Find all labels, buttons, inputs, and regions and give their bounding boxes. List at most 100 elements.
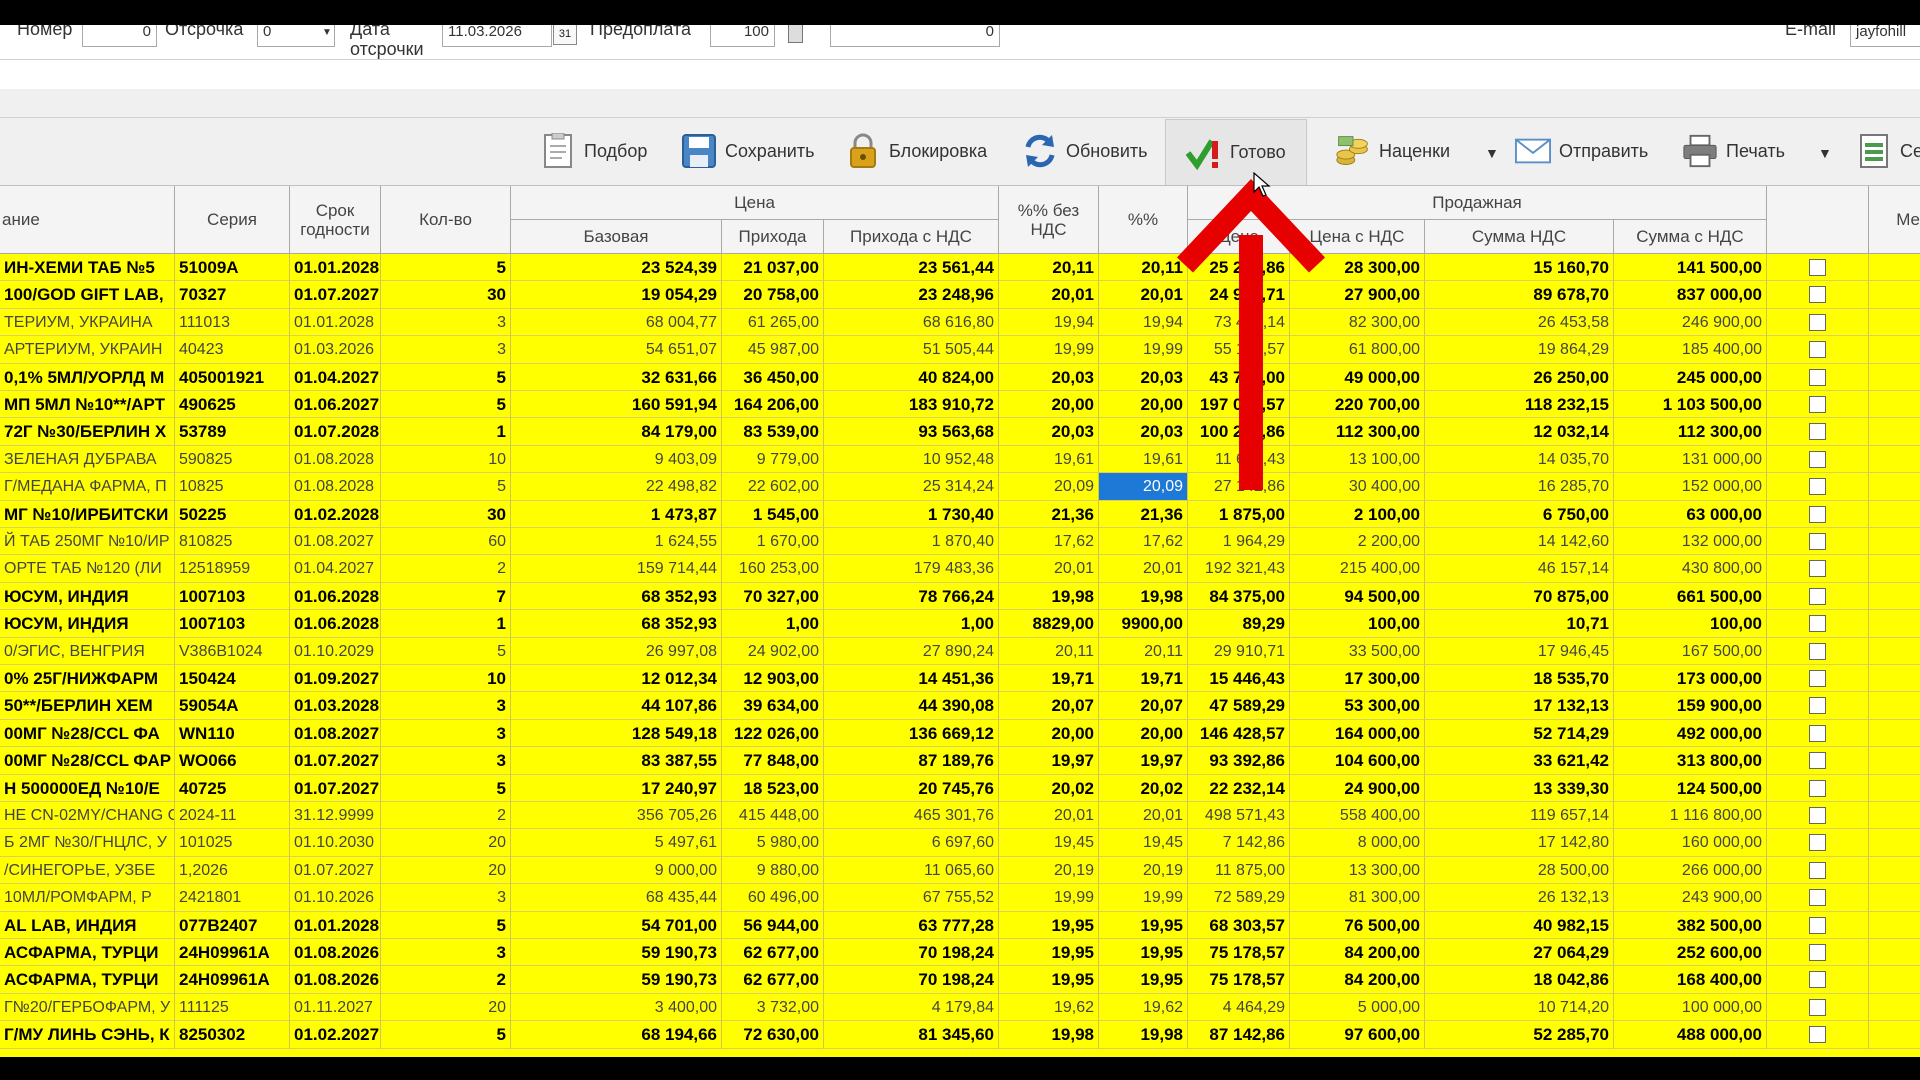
- cell-last[interactable]: [1869, 747, 1920, 775]
- row-checkbox[interactable]: [1809, 971, 1826, 989]
- cell-prikh-nds[interactable]: 1 730,40: [824, 500, 999, 528]
- cell-tsena[interactable]: 4 464,29: [1188, 993, 1290, 1022]
- cell-last[interactable]: [1869, 692, 1920, 720]
- cell-tsena-nds[interactable]: 2 200,00: [1290, 528, 1425, 556]
- cell-last[interactable]: [1869, 720, 1920, 748]
- row-checkbox[interactable]: [1809, 450, 1826, 468]
- cell-prikh-nds[interactable]: 14 451,36: [824, 665, 999, 693]
- cell-last[interactable]: [1869, 775, 1920, 802]
- cell-baz[interactable]: 23 524,39: [511, 254, 722, 282]
- cell-prikh-nds[interactable]: 63 777,28: [824, 911, 999, 939]
- row-checkbox[interactable]: [1809, 533, 1826, 550]
- cell-kolvo[interactable]: 5: [381, 911, 511, 939]
- table-row[interactable]: АСФАРМА, ТУРЦИ 24H09961A 01.08.2026 2 59 190…: [0, 966, 1920, 994]
- cell-baz[interactable]: 54 701,00: [511, 911, 722, 939]
- nomer-field[interactable]: 0: [82, 25, 157, 47]
- cell-summa[interactable]: 492 000,00: [1614, 719, 1767, 748]
- cell-baz[interactable]: 84 179,00: [511, 418, 722, 446]
- cell-seriya[interactable]: 8250302: [175, 1021, 290, 1049]
- cell-prikh[interactable]: 62 677,00: [722, 966, 824, 994]
- cell-summa-nds[interactable]: 10,71: [1425, 610, 1614, 638]
- col-header-bazovaya[interactable]: Базовая: [511, 220, 722, 254]
- cell-summa-nds[interactable]: 17 142,80: [1425, 829, 1614, 857]
- cell-name[interactable]: АРТЕРИУМ, УКРАИН: [0, 336, 175, 364]
- cell-prikh[interactable]: 160 253,00: [722, 555, 824, 583]
- cell-seriya[interactable]: 24H09961A: [175, 966, 290, 994]
- cell-summa[interactable]: 1 103 500,00: [1614, 391, 1767, 419]
- cell-seriya[interactable]: 1007103: [175, 610, 290, 638]
- cell-summa-nds[interactable]: 19 864,29: [1425, 336, 1614, 364]
- cell-srok[interactable]: 01.08.2026: [290, 966, 381, 994]
- cell-tsena[interactable]: 75 178,57: [1188, 966, 1290, 994]
- cell-pct[interactable]: 20,01: [1099, 802, 1188, 830]
- cell-pct[interactable]: 17,62: [1099, 528, 1188, 556]
- cell-prikh-nds[interactable]: 179 483,36: [824, 555, 999, 583]
- cell-pbn[interactable]: 19,45: [999, 829, 1099, 857]
- cell-prikh-nds[interactable]: 67 755,52: [824, 884, 999, 912]
- cell-prikh[interactable]: 3 732,00: [722, 993, 824, 1022]
- cell-name[interactable]: АСФАРМА, ТУРЦИ: [0, 939, 175, 967]
- row-checkbox[interactable]: [1809, 916, 1826, 934]
- cell-pct[interactable]: 20,01: [1099, 555, 1188, 583]
- cell-kolvo[interactable]: 5: [381, 363, 511, 391]
- cell-seriya[interactable]: 59054A: [175, 692, 290, 720]
- cell-prikh[interactable]: 70 327,00: [722, 582, 824, 611]
- cell-srok[interactable]: 01.10.2029: [290, 637, 381, 665]
- cell-prikh-nds[interactable]: 183 910,72: [824, 391, 999, 419]
- cell-seriya[interactable]: 50225: [175, 500, 290, 528]
- cell-baz[interactable]: 68 194,66: [511, 1021, 722, 1049]
- cell-srok[interactable]: 01.06.2028: [290, 582, 381, 611]
- table-row[interactable]: Й ТАБ 250МГ №10/ИР 810825 01.08.2027 60 1 62…: [0, 528, 1920, 556]
- cell-pct[interactable]: 19,95: [1099, 911, 1188, 939]
- cell-last[interactable]: [1869, 446, 1920, 474]
- cell-summa-nds[interactable]: 26 250,00: [1425, 363, 1614, 391]
- cell-baz[interactable]: 356 705,26: [511, 802, 722, 830]
- cell-tsena[interactable]: 93 392,86: [1188, 747, 1290, 775]
- cell-prikh[interactable]: 20 758,00: [722, 281, 824, 309]
- cell-name[interactable]: 10МЛ/РОМФАРМ, Р: [0, 884, 175, 912]
- cell-tsena-nds[interactable]: 53 300,00: [1290, 692, 1425, 720]
- cell-pbn[interactable]: 20,03: [999, 418, 1099, 446]
- cell-summa-nds[interactable]: 17 946,45: [1425, 637, 1614, 665]
- cell-prikh-nds[interactable]: 11 065,60: [824, 856, 999, 885]
- cell-last[interactable]: [1869, 829, 1920, 857]
- cell-tsena-nds[interactable]: 558 400,00: [1290, 802, 1425, 830]
- cell-summa-nds[interactable]: 40 982,15: [1425, 911, 1614, 939]
- cell-prikh-nds[interactable]: 136 669,12: [824, 719, 999, 748]
- cell-last[interactable]: [1869, 610, 1920, 638]
- table-row[interactable]: 0/ЭГИС, ВЕНГРИЯ V386B1024 01.10.2029 5 26 99…: [0, 637, 1920, 665]
- row-checkbox[interactable]: [1809, 478, 1826, 496]
- cell-summa[interactable]: 382 500,00: [1614, 911, 1767, 939]
- cell-pct[interactable]: 19,45: [1099, 829, 1188, 857]
- cell-srok[interactable]: 01.07.2027: [290, 747, 381, 775]
- cell-tsena-nds[interactable]: 2 100,00: [1290, 500, 1425, 528]
- cell-pbn[interactable]: 20,09: [999, 473, 1099, 501]
- cell-last[interactable]: [1869, 391, 1920, 419]
- cell-baz[interactable]: 22 498,82: [511, 473, 722, 501]
- cell-kolvo[interactable]: 5: [381, 1021, 511, 1049]
- row-checkbox[interactable]: [1809, 807, 1826, 824]
- cell-name[interactable]: ЗЕЛЕНАЯ ДУБРАВА: [0, 445, 175, 474]
- table-row[interactable]: ЮСУМ, ИНДИЯ 1007103 01.06.2028 1 68 352,93 1,…: [0, 610, 1920, 638]
- cell-tsena[interactable]: 68 303,57: [1188, 911, 1290, 939]
- cell-kolvo[interactable]: 5: [381, 637, 511, 665]
- cell-kolvo[interactable]: 5: [381, 774, 511, 802]
- cell-srok[interactable]: 01.07.2027: [290, 774, 381, 802]
- cell-summa[interactable]: 124 500,00: [1614, 774, 1767, 802]
- cell-name[interactable]: МГ №10/ИРБИТСКИ: [0, 500, 175, 528]
- cell-last[interactable]: [1869, 418, 1920, 446]
- cell-name[interactable]: АСФАРМА, ТУРЦИ: [0, 966, 175, 994]
- cell-name[interactable]: МП 5МЛ №10**/АРТ: [0, 391, 175, 419]
- cell-prikh-nds[interactable]: 465 301,76: [824, 802, 999, 830]
- row-checkbox[interactable]: [1809, 396, 1826, 413]
- cell-summa[interactable]: 252 600,00: [1614, 939, 1767, 967]
- cell-summa[interactable]: 246 900,00: [1614, 308, 1767, 337]
- cell-tsena-nds[interactable]: 104 600,00: [1290, 747, 1425, 775]
- col-header-srok[interactable]: Срок годности: [290, 186, 381, 254]
- cell-prikh-nds[interactable]: 10 952,48: [824, 445, 999, 474]
- cell-summa-nds[interactable]: 17 132,13: [1425, 692, 1614, 720]
- cell-baz[interactable]: 17 240,97: [511, 774, 722, 802]
- cell-baz[interactable]: 44 107,86: [511, 692, 722, 720]
- cell-prikh-nds[interactable]: 70 198,24: [824, 966, 999, 994]
- cell-tsena[interactable]: 89,29: [1188, 610, 1290, 638]
